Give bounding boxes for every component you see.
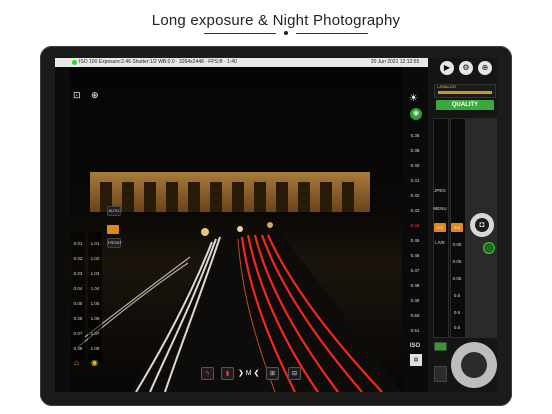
iso-value-selected[interactable]: 0.44 — [408, 223, 422, 228]
mode-orange-indicator[interactable] — [107, 225, 119, 234]
left-col1-value[interactable]: 0.03 — [71, 271, 85, 276]
shutter-value[interactable]: 0.05 — [450, 242, 464, 247]
viewfinder[interactable] — [70, 67, 402, 392]
headline: Long exposure & Night Photography — [151, 12, 401, 29]
auto-toggle-icon[interactable]: ◉ — [410, 108, 422, 120]
left-col2-value[interactable]: 1.06 — [88, 316, 102, 321]
shutter-value[interactable]: 0.05 — [450, 259, 464, 264]
iso-label: ISO — [409, 343, 421, 349]
quality-button[interactable]: QUALITY — [436, 100, 494, 110]
left-col1-value[interactable]: 0.06 — [71, 316, 85, 321]
iso-value[interactable]: 0.42 — [408, 193, 422, 198]
left-col1-value[interactable]: 0.05 — [71, 301, 85, 306]
status-datetime: 20 Jun 2021 12:12:55 . — [370, 59, 422, 65]
play-button[interactable]: ▶ — [440, 61, 454, 75]
aspect-ratio-icon[interactable]: ⊟ — [288, 367, 301, 380]
lock-icon[interactable]: ⌂ — [74, 358, 79, 367]
left-col2-value[interactable]: 1.03 — [88, 271, 102, 276]
left-col1-value[interactable]: 0.07 — [71, 331, 85, 336]
iso-value[interactable]: 0.46 — [408, 253, 422, 258]
record-icon[interactable]: ◉ — [91, 358, 98, 367]
iso-value[interactable]: 0.48 — [408, 283, 422, 288]
mode-front-button[interactable]: FRONT — [107, 238, 122, 248]
left-col1-value[interactable]: 0.02 — [71, 256, 85, 261]
shutter-value[interactable]: 0.5 — [450, 325, 464, 330]
exposure-value-button[interactable]: 0.3 — [434, 223, 446, 232]
grid-icon[interactable]: ⊞ — [266, 367, 279, 380]
shutter-value-button[interactable]: 5.9 — [451, 223, 463, 232]
left-col2-value[interactable]: 1.01 — [88, 241, 102, 246]
iso-value[interactable]: 0.38 — [408, 148, 422, 153]
iso-value[interactable]: 0.47 — [408, 268, 422, 273]
left-col2-value[interactable]: 1.08 — [88, 346, 102, 351]
iso-value[interactable]: 0.36 — [408, 133, 422, 138]
iso-value[interactable]: 0.50 — [408, 313, 422, 318]
iso-mode-icon[interactable]: ▤ — [410, 354, 422, 366]
iso-value[interactable]: 0.40 — [408, 163, 422, 168]
shutter-value[interactable]: 0.5 — [450, 310, 464, 315]
jpeg-label[interactable]: JPEG — [433, 188, 447, 193]
mode-auto-button[interactable]: AUTO — [107, 206, 121, 216]
timer-icon[interactable]: ▮ — [221, 367, 234, 380]
focus-target-icon[interactable]: ⊡ — [73, 90, 81, 101]
status-bar: ISO 100 Exposure:2.46 Shutter:1/2 WB:0.0… — [55, 58, 428, 67]
battery-icon — [434, 366, 447, 382]
left-col1-value[interactable]: 0.01 — [71, 241, 85, 246]
wb-toggle-icon[interactable] — [434, 342, 447, 351]
left-col1-value[interactable]: 0.08 — [71, 346, 85, 351]
iso-value[interactable]: 0.41 — [408, 178, 422, 183]
capture-mode-icon[interactable] — [483, 242, 495, 254]
dial-center-icon[interactable] — [461, 352, 487, 378]
menu-label[interactable]: MENU — [433, 206, 447, 211]
left-panel — [55, 67, 70, 392]
shutter-value[interactable]: 0.5 — [450, 293, 464, 298]
shutter-value[interactable]: 0.05 — [450, 276, 464, 281]
manual-mode-label[interactable]: ❯ M ❮ — [238, 369, 259, 377]
iso-value[interactable]: 0.43 — [408, 208, 422, 213]
recording-indicator-icon — [72, 60, 77, 65]
night-scene-photo — [70, 67, 402, 392]
iso-value[interactable]: 0.51 — [408, 328, 422, 333]
iso-value[interactable]: 0.49 — [408, 298, 422, 303]
headline-underline-right — [296, 33, 368, 34]
live-label[interactable]: LIVE — [433, 240, 447, 245]
iso-value[interactable]: 0.45 — [408, 238, 422, 243]
status-info: ISO 100 Exposure:2.46 Shutter:1/2 WB:0.0… — [79, 59, 237, 65]
headline-dot — [284, 31, 288, 35]
settings-button[interactable]: ⚙ — [459, 61, 473, 75]
flash-icon[interactable]: ϟ — [201, 367, 214, 380]
brightness-icon[interactable]: ☀ — [409, 93, 418, 104]
left-value-column-1 — [71, 232, 85, 362]
left-col1-value[interactable]: 0.04 — [71, 286, 85, 291]
analog-label: • ANALOG — [437, 84, 456, 89]
left-value-column-2 — [88, 232, 102, 362]
left-col2-value[interactable]: 1.04 — [88, 286, 102, 291]
analog-level-bar — [438, 91, 492, 94]
more-button[interactable]: ⊕ — [478, 61, 492, 75]
zoom-in-icon[interactable]: ⊕ — [91, 90, 99, 101]
left-col2-value[interactable]: 1.07 — [88, 331, 102, 336]
headline-underline-left — [204, 33, 276, 34]
left-col2-value[interactable]: 1.05 — [88, 301, 102, 306]
left-col2-value[interactable]: 1.02 — [88, 256, 102, 261]
camera-icon[interactable]: ◘ — [475, 218, 489, 232]
